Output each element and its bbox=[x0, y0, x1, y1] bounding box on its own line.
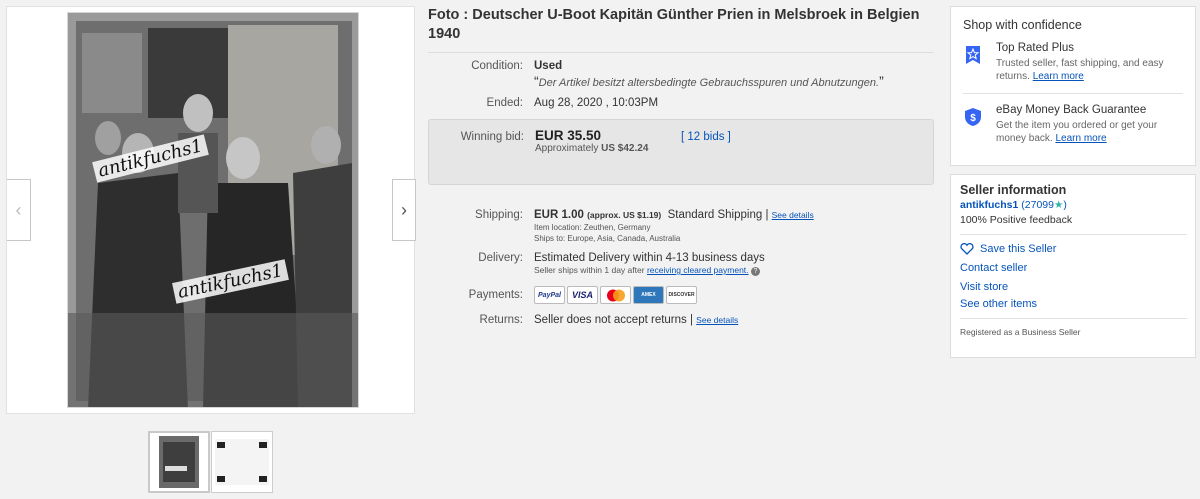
divider bbox=[428, 52, 934, 53]
shipping-row: Shipping: EUR 1.00 (approx. US $1.19) St… bbox=[428, 209, 934, 243]
thumbnail-photo-front bbox=[159, 436, 199, 488]
confidence-title: Shop with confidence bbox=[963, 18, 1082, 32]
shipping-approx: (approx. US $1.19) bbox=[587, 210, 662, 220]
condition-row: Condition: Used “Der Artikel besitzt alt… bbox=[428, 60, 934, 89]
payments-row: Payments: PayPal VISA AMEX DISCOVER bbox=[428, 286, 934, 304]
top-rated-title: Top Rated Plus bbox=[996, 42, 1074, 54]
image-gallery: ‹ antikfuchs1 antikfuchs1 › bbox=[6, 6, 416, 414]
seller-name-link[interactable]: antikfuchs1 bbox=[960, 199, 1018, 211]
see-other-items-link[interactable]: See other items bbox=[960, 298, 1037, 310]
feedback-count-link[interactable]: (27099 bbox=[1021, 199, 1054, 211]
delivery-row: Delivery: Estimated Delivery within 4-13… bbox=[428, 252, 934, 276]
delivery-note: Seller ships within 1 day after bbox=[534, 265, 645, 275]
winning-bid-box: Winning bid: EUR 35.50 Approximately US … bbox=[428, 119, 934, 185]
shipping-cost: EUR 1.00 bbox=[534, 209, 584, 221]
amex-icon: AMEX bbox=[633, 286, 664, 304]
listing-title: Foto : Deutscher U-Boot Kapitän Günther … bbox=[428, 7, 920, 42]
bids-link-wrapper: [ 12 bids ] bbox=[681, 131, 731, 143]
heart-icon bbox=[960, 243, 974, 255]
money-back-item: $ eBay Money Back Guarantee Get the item… bbox=[951, 104, 1195, 145]
discover-icon: DISCOVER bbox=[666, 286, 697, 304]
business-seller-note: Registered as a Business Seller bbox=[960, 327, 1081, 337]
chevron-left-icon: ‹ bbox=[15, 199, 22, 220]
returns-row: Returns: Seller does not accept returns … bbox=[428, 314, 934, 326]
seller-information-panel: Seller information antikfuchs1 (27099★) … bbox=[950, 174, 1196, 358]
divider bbox=[960, 234, 1187, 235]
save-seller-link[interactable]: Save this Seller bbox=[980, 243, 1056, 255]
shield-dollar-icon: $ bbox=[965, 108, 981, 126]
contact-seller-link[interactable]: Contact seller bbox=[960, 262, 1027, 274]
shop-with-confidence-panel: Shop with confidence Top Rated Plus Trus… bbox=[950, 6, 1196, 166]
positive-feedback: 100% Positive feedback bbox=[960, 214, 1073, 226]
item-location: Item location: Zeuthen, Germany bbox=[534, 223, 651, 232]
returns-see-details-link[interactable]: See details bbox=[696, 315, 738, 325]
thumbnail-1[interactable] bbox=[148, 431, 210, 493]
main-photo[interactable]: antikfuchs1 antikfuchs1 bbox=[67, 12, 359, 408]
shipping-label: Shipping: bbox=[475, 209, 523, 221]
thumbnail-photo-back bbox=[215, 439, 269, 485]
help-icon[interactable]: ? bbox=[750, 267, 760, 276]
chevron-right-icon: › bbox=[401, 199, 407, 220]
winning-bid-label: Winning bid: bbox=[460, 131, 524, 143]
condition-label: Condition: bbox=[471, 60, 523, 72]
cleared-payment-link[interactable]: receiving cleared payment. bbox=[647, 265, 749, 275]
thumbnail-strip bbox=[148, 431, 273, 493]
approx-prefix: Approximately bbox=[535, 143, 599, 154]
top-rated-learn-more-link[interactable]: Learn more bbox=[1033, 71, 1084, 82]
prev-image-button[interactable]: ‹ bbox=[7, 179, 31, 241]
save-seller-row[interactable]: Save this Seller bbox=[960, 243, 1187, 255]
svg-text:$: $ bbox=[970, 113, 976, 124]
vintage-photo-image bbox=[68, 13, 358, 407]
divider bbox=[960, 318, 1187, 319]
feedback-close: ) bbox=[1063, 199, 1067, 211]
money-back-title: eBay Money Back Guarantee bbox=[996, 104, 1147, 116]
delivery-value: Estimated Delivery within 4-13 business … bbox=[534, 252, 765, 264]
winning-bid-value: EUR 35.50 bbox=[535, 128, 602, 143]
ended-value: Aug 28, 2020 , 10:03PM bbox=[534, 97, 659, 109]
visit-store-link[interactable]: Visit store bbox=[960, 281, 1008, 293]
ended-label: Ended: bbox=[486, 97, 523, 109]
condition-note: “Der Artikel besitzt altersbedingte Gebr… bbox=[534, 73, 884, 89]
thumbnail-2[interactable] bbox=[211, 431, 273, 493]
paypal-icon: PayPal bbox=[534, 286, 565, 304]
returns-label: Returns: bbox=[479, 314, 523, 326]
teal-star-icon: ★ bbox=[1053, 199, 1064, 211]
top-rated-badge-icon bbox=[966, 46, 980, 64]
divider bbox=[963, 93, 1183, 94]
top-rated-item: Top Rated Plus Trusted seller, fast ship… bbox=[951, 42, 1195, 83]
ended-row: Ended: Aug 28, 2020 , 10:03PM bbox=[428, 97, 934, 109]
payments-label: Payments: bbox=[468, 289, 523, 301]
ships-to: Ships to: Europe, Asia, Canada, Australi… bbox=[534, 234, 681, 243]
shipping-see-details-link[interactable]: See details bbox=[772, 210, 814, 220]
mastercard-icon bbox=[600, 286, 631, 304]
shipping-method: Standard Shipping | bbox=[667, 209, 769, 221]
bid-history-link[interactable]: 12 bids bbox=[687, 131, 724, 143]
condition-value: Used bbox=[534, 60, 563, 72]
returns-value: Seller does not accept returns | bbox=[534, 314, 693, 326]
visa-icon: VISA bbox=[567, 286, 598, 304]
next-image-button[interactable]: › bbox=[392, 179, 416, 241]
listing-details: Foto : Deutscher U-Boot Kapitän Günther … bbox=[428, 6, 934, 326]
approx-value: US $42.24 bbox=[601, 143, 649, 154]
money-back-learn-more-link[interactable]: Learn more bbox=[1055, 133, 1106, 144]
delivery-label: Delivery: bbox=[478, 252, 523, 264]
seller-info-title: Seller information bbox=[960, 183, 1067, 197]
